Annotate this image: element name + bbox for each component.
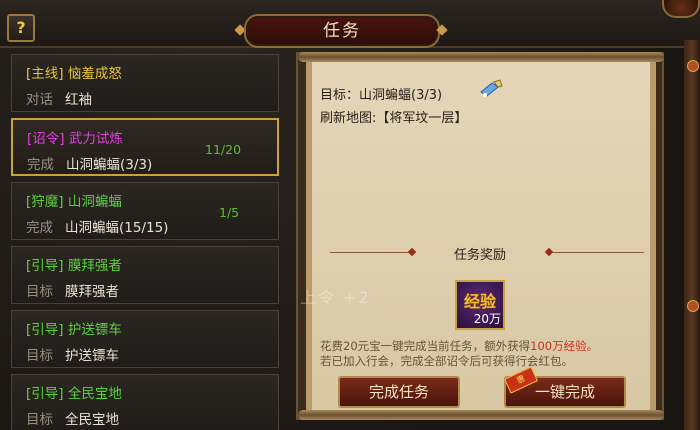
help-button[interactable]: ? <box>7 14 35 42</box>
quest-list[interactable]: [主线] 恼羞成怒 对话 红袖 [诏令] 武力试炼 完成 山洞蝙蝠(3/3) 11/… <box>6 54 282 430</box>
divider-left <box>330 252 410 253</box>
task-window: ? 任务 [主线] 恼羞成怒 对话 红袖 [诏令] 武力试炼 完成 山洞蝙蝠(3/3… <box>0 0 700 430</box>
quest-name: 山洞蝙蝠 <box>67 194 122 210</box>
window-edge-decoration <box>684 40 700 430</box>
quest-target-line: 目标：山洞蝙蝠(3/3) <box>320 88 443 103</box>
scroll-roller-top <box>298 52 664 62</box>
reward-heading: 任务奖励 <box>453 248 506 263</box>
exp-amount: 20万 <box>473 312 501 326</box>
gem-ornament <box>687 60 699 72</box>
quest-target: 山洞蝙蝠(15/15) <box>65 220 169 236</box>
quest-progress: 1/5 <box>219 205 240 220</box>
quest-target: 山洞蝙蝠(3/3) <box>66 157 153 173</box>
quest-tag: [引导] <box>26 258 64 274</box>
oneclick-description: 花费20元宝一键完成当前任务，额外获得100万经验。 <box>320 338 598 354</box>
complete-task-button[interactable]: 完成任务 <box>338 376 460 408</box>
exp-reward-item[interactable]: 经验 20万 <box>455 280 505 330</box>
quest-item-selected[interactable]: [诏令] 武力试炼 完成 山洞蝙蝠(3/3) 11/20 <box>11 118 279 176</box>
quest-name: 武力试炼 <box>68 131 123 147</box>
teleport-scroll-icon[interactable] <box>478 78 504 100</box>
quest-progress: 11/20 <box>205 142 242 157</box>
quest-kind: 对话 <box>26 92 53 108</box>
quest-target: 全民宝地 <box>65 412 119 428</box>
quest-tag: [主线] <box>26 66 64 82</box>
quest-kind: 目标 <box>26 412 53 428</box>
quest-tag: [引导] <box>26 386 64 402</box>
gem-ornament <box>687 300 699 312</box>
desc-period: 。 <box>586 339 599 353</box>
quest-tag: [诏令] <box>27 131 65 147</box>
divider-right <box>552 252 644 253</box>
refresh-map-line: 刷新地图:【将军坟一层】 <box>320 111 468 126</box>
quest-item[interactable]: [主线] 恼羞成怒 对话 红袖 <box>11 54 279 112</box>
quest-name: 护送镖车 <box>67 322 122 338</box>
quest-item[interactable]: [引导] 全民宝地 目标 全民宝地 <box>11 374 279 430</box>
quest-kind: 完成 <box>27 157 54 173</box>
quest-name: 全民宝地 <box>67 386 122 402</box>
quest-tag: [引导] <box>26 322 64 338</box>
quest-target: 膜拜强者 <box>65 284 119 300</box>
scroll-roller-bottom <box>298 410 664 420</box>
quest-item[interactable]: [狩魔] 山洞蝙蝠 完成 山洞蝙蝠(15/15) 1/5 <box>11 182 279 240</box>
desc-text: 花费20元宝一键完成当前任务，额外获得 <box>320 339 531 353</box>
quest-target: 红袖 <box>65 92 92 108</box>
quest-item[interactable]: [引导] 膜拜强者 目标 膜拜强者 <box>11 246 279 304</box>
quest-kind: 目标 <box>26 284 53 300</box>
quest-target: 护送镖车 <box>65 348 119 364</box>
exp-label: 经验 <box>463 292 496 311</box>
window-title: 任务 <box>244 14 440 48</box>
quest-name: 膜拜强者 <box>67 258 122 274</box>
desc-highlight: 100万经验 <box>530 339 587 353</box>
quest-name: 恼羞成怒 <box>67 66 122 82</box>
guild-note: 若已加入行会，完成全部诏令后可获得行会红包。 <box>320 354 573 368</box>
ghost-text: 上令 +2 <box>300 288 371 307</box>
quest-item[interactable]: [引导] 护送镖车 目标 护送镖车 <box>11 310 279 368</box>
quest-kind: 目标 <box>26 348 53 364</box>
quest-kind: 完成 <box>26 220 53 236</box>
quest-tag: [狩魔] <box>26 194 64 210</box>
